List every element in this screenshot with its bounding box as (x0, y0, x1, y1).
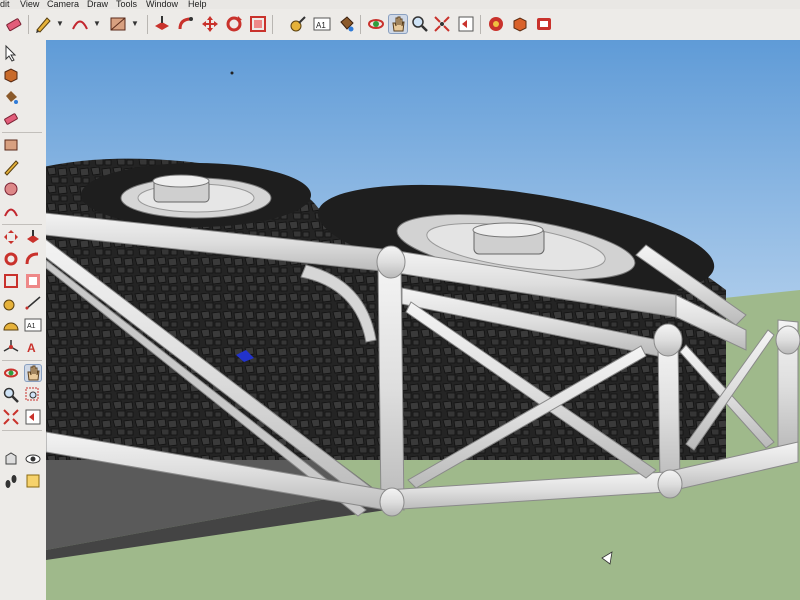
menu-window[interactable]: Window (146, 0, 178, 9)
text-icon[interactable]: A1 (312, 14, 332, 34)
look-around-side-icon[interactable] (24, 450, 42, 468)
rectangle-icon[interactable] (108, 14, 128, 34)
scale-side-icon[interactable] (2, 272, 20, 290)
menu-edit[interactable]: dit (0, 0, 10, 9)
make-component-icon[interactable] (2, 66, 20, 84)
menu-camera[interactable]: Camera (47, 0, 79, 9)
previous-view-icon[interactable] (456, 14, 476, 34)
pan-side-icon[interactable] (24, 364, 42, 382)
follow-me-icon[interactable] (176, 14, 196, 34)
zoom-side-icon[interactable] (2, 386, 20, 404)
tape-side-icon[interactable] (2, 294, 20, 312)
zoom-extents-icon[interactable] (432, 14, 452, 34)
offset-side-icon[interactable] (24, 272, 42, 290)
previous-side-icon[interactable] (24, 408, 42, 426)
arc-side-icon[interactable] (2, 202, 20, 220)
left-toolbar: A1 A (0, 40, 47, 600)
scale-icon[interactable] (248, 14, 268, 34)
line-side-icon[interactable] (2, 158, 20, 176)
menu-view[interactable]: View (20, 0, 39, 9)
axes-side-icon[interactable] (2, 338, 20, 356)
push-pull-side-icon[interactable] (24, 228, 42, 246)
main-toolbar: ▼ ▼ ▼ A1 (0, 9, 800, 41)
3d-text-side-icon[interactable]: A (24, 338, 42, 356)
line-dropdown-icon[interactable]: ▼ (55, 16, 65, 32)
walk-side-icon[interactable] (2, 472, 20, 490)
move-icon[interactable] (200, 14, 220, 34)
text-tool-glyph: A1 (316, 21, 326, 30)
tape-measure-icon[interactable] (288, 14, 308, 34)
eraser-icon[interactable] (4, 14, 24, 34)
zoom-extents-side-icon[interactable] (2, 408, 20, 426)
text-side-icon[interactable]: A1 (24, 316, 42, 334)
components-icon[interactable] (510, 14, 530, 34)
paint-icon[interactable] (2, 88, 20, 106)
tire-rear (46, 158, 326, 460)
arc-icon[interactable] (70, 14, 90, 34)
rectangle-side-icon[interactable] (2, 136, 20, 154)
orbit-icon[interactable] (366, 14, 386, 34)
orbit-side-icon[interactable] (2, 364, 20, 382)
paint-bucket-icon[interactable] (336, 14, 356, 34)
position-camera-side-icon[interactable] (2, 450, 20, 468)
3d-warehouse-icon[interactable] (486, 14, 506, 34)
push-pull-icon[interactable] (152, 14, 172, 34)
text-side-glyph: A1 (27, 323, 36, 330)
pencil-icon[interactable] (33, 14, 53, 34)
scene-canvas (46, 40, 800, 600)
pan-icon[interactable] (388, 14, 408, 34)
menu-tools[interactable]: Tools (116, 0, 137, 9)
follow-me-side-icon[interactable] (24, 250, 42, 268)
select-arrow-icon[interactable] (2, 44, 20, 62)
arc-dropdown-icon[interactable]: ▼ (92, 16, 102, 32)
rotate-side-icon[interactable] (2, 250, 20, 268)
eraser-side-icon[interactable] (2, 110, 20, 128)
move-side-icon[interactable] (2, 228, 20, 246)
section-plane-side-icon[interactable] (24, 472, 42, 490)
extension-icon[interactable] (534, 14, 554, 34)
menu-draw[interactable]: Draw (87, 0, 108, 9)
viewport-dot (230, 71, 234, 75)
rotate-icon[interactable] (224, 14, 244, 34)
menu-help[interactable]: Help (188, 0, 207, 9)
protractor-side-icon[interactable] (2, 316, 20, 334)
svg-text:A: A (27, 341, 36, 355)
model-viewport[interactable] (46, 40, 800, 600)
dimension-side-icon[interactable] (24, 294, 42, 312)
zoom-window-side-icon[interactable] (24, 386, 42, 404)
shape-dropdown-icon[interactable]: ▼ (130, 16, 140, 32)
circle-side-icon[interactable] (2, 180, 20, 198)
zoom-icon[interactable] (410, 14, 430, 34)
